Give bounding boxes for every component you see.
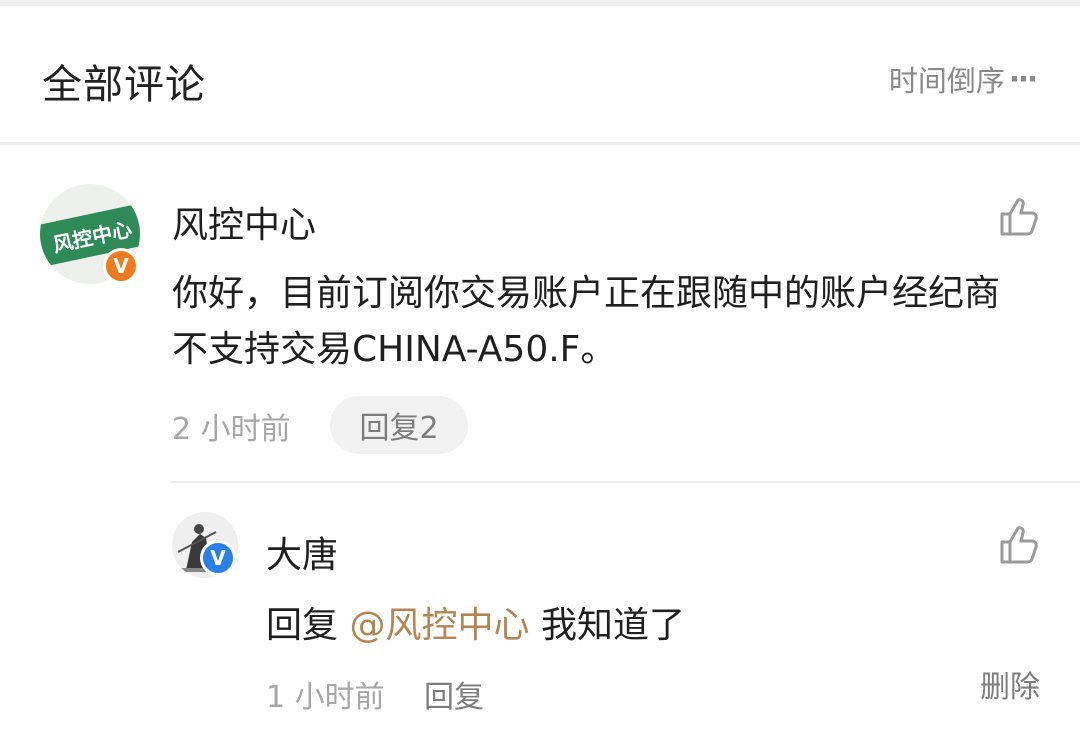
delete-button[interactable]: 删除 — [980, 662, 1040, 706]
reply-button[interactable]: 回复2 — [330, 396, 468, 454]
mention-link[interactable]: @风控中心 — [349, 605, 529, 646]
reply-author[interactable]: 大唐 — [266, 526, 338, 578]
comment-timestamp: 2 小时前 — [172, 412, 291, 447]
comment-author[interactable]: 风控中心 — [172, 196, 316, 248]
header-divider — [0, 142, 1080, 145]
reply-message: 我知道了 — [540, 605, 685, 646]
reply-divider — [170, 481, 1080, 483]
reply-prefix: 回复 — [266, 605, 339, 646]
comment-text: 你好，目前订阅你交易账户正在跟随中的账户经纪商不支持交易CHINA-A50.F。 — [172, 273, 1001, 370]
sort-order-button[interactable]: 时间倒序 ··· — [888, 58, 1038, 100]
thumbs-up-icon[interactable] — [998, 196, 1040, 238]
more-icon: ··· — [1008, 62, 1038, 96]
reply-text: 回复 @风控中心 我知道了 — [266, 596, 685, 648]
verified-badge-icon: V — [103, 248, 139, 284]
comments-header: 全部评论 时间倒序 ··· — [0, 6, 1080, 142]
thumbs-up-icon[interactable] — [998, 524, 1040, 566]
page-title: 全部评论 — [42, 62, 206, 108]
sort-label: 时间倒序 — [888, 64, 1005, 98]
verified-badge-icon: V — [200, 540, 236, 576]
reply-timestamp: 1 小时前 — [266, 680, 385, 715]
reply-to-reply-button[interactable]: 回复 — [424, 672, 484, 716]
